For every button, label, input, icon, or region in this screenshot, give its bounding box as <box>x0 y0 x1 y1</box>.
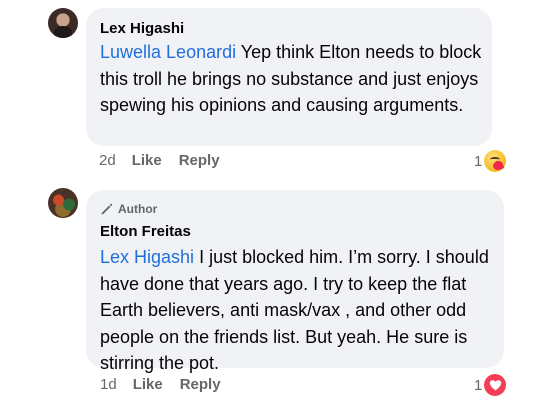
comment-author-name[interactable]: Lex Higashi <box>100 20 184 37</box>
comment-timestamp[interactable]: 2d <box>99 152 116 169</box>
comment-bubble: Author Elton Freitas Lex Higashi I just … <box>86 190 504 373</box>
reaction-summary[interactable]: 1 <box>474 150 507 172</box>
reply-button[interactable]: Reply <box>180 376 221 393</box>
comment-actions: 2d Like Reply <box>99 152 237 169</box>
author-badge-label: Author <box>118 202 158 216</box>
like-button[interactable]: Like <box>132 152 162 169</box>
care-reaction-icon <box>484 150 507 172</box>
avatar[interactable] <box>48 8 78 38</box>
like-button[interactable]: Like <box>133 376 163 393</box>
avatar[interactable] <box>48 188 78 218</box>
reply-button[interactable]: Reply <box>179 152 220 169</box>
comment-text: Lex Higashi I just blocked him. I’m sorr… <box>100 244 500 377</box>
mention-link[interactable]: Lex Higashi <box>100 247 194 267</box>
reaction-count: 1 <box>474 376 483 394</box>
comment-author-name[interactable]: Elton Freitas <box>100 223 191 240</box>
reaction-count: 1 <box>474 152 483 170</box>
comment-bubble: Lex Higashi Luwella Leonardi Yep think E… <box>86 8 492 146</box>
pencil-icon <box>101 203 113 215</box>
comment-timestamp[interactable]: 1d <box>100 376 117 393</box>
comment-text: Luwella Leonardi Yep think Elton needs t… <box>100 39 485 119</box>
comment-actions: 1d Like Reply <box>100 376 238 393</box>
heart-icon <box>489 379 502 390</box>
reaction-summary[interactable]: 1 <box>474 374 507 396</box>
author-badge: Author <box>100 202 157 216</box>
love-reaction-icon <box>484 374 507 396</box>
mention-link[interactable]: Luwella Leonardi <box>100 42 236 62</box>
